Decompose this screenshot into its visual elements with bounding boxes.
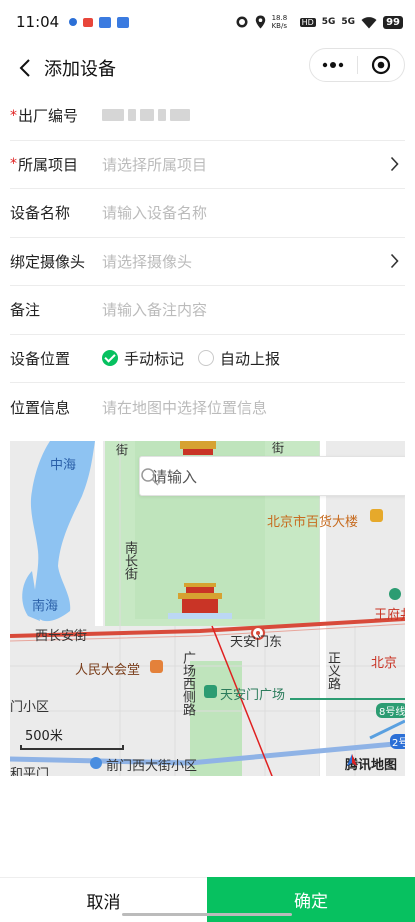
network-speed: 18.8 KB/s <box>271 14 288 30</box>
location-info-label: 位置信息 <box>10 398 71 417</box>
hd-badge: HD <box>299 17 316 27</box>
app-icon-2 <box>117 16 130 28</box>
map-label-line8: 8号线 <box>376 703 405 718</box>
redacted-serial <box>102 108 190 121</box>
square-poi-icon <box>204 685 217 698</box>
device-name-row: 设备名称 请输入设备名称 <box>10 189 405 238</box>
map-view[interactable]: 中海 南海 街 街 南长街 北京市百货大楼 王府井 西长安街 天安门东 人民大会… <box>10 441 405 776</box>
compass-icon <box>346 754 357 766</box>
map-label-line2: 2号 <box>390 734 405 749</box>
map-label-zhengyi: 正义路 <box>325 651 340 690</box>
location-info-input[interactable]: 请在地图中选择位置信息 <box>102 397 405 418</box>
notification-icons <box>69 16 130 28</box>
project-select[interactable]: 请选择所属项目 <box>102 154 405 175</box>
status-time: 11:04 <box>16 13 60 31</box>
map-label-tiananmen-east: 天安门东 <box>230 635 283 650</box>
project-label: * 所属项目 <box>10 155 79 174</box>
chevron-right-icon <box>390 157 399 172</box>
app-notification-icon <box>69 18 78 26</box>
signal-5g-1: 5G <box>321 17 336 27</box>
map-label-square-west: 广场西侧路 <box>180 651 195 716</box>
residential-poi-icon <box>90 757 102 769</box>
device-name-input[interactable]: 请输入设备名称 <box>102 202 405 223</box>
battery-indicator: 99 <box>383 15 403 29</box>
more-button[interactable] <box>310 49 357 81</box>
location-icon <box>255 15 265 29</box>
radio-unchecked-icon <box>198 350 215 367</box>
tencent-map-logo: 腾讯地图 <box>345 754 397 773</box>
chevron-left-icon <box>19 59 30 77</box>
location-mode-row: 设备位置 手动标记 自动上报 <box>10 335 405 383</box>
more-dots-icon <box>323 62 344 68</box>
map-label-great-hall: 人民大会堂 <box>75 663 141 678</box>
map-label-zhonghai: 中海 <box>50 458 77 473</box>
device-name-label: 设备名称 <box>10 204 71 223</box>
radio-manual-label: 手动标记 <box>124 349 185 368</box>
mail-icon <box>83 17 94 27</box>
close-mini-program-button[interactable] <box>358 49 405 81</box>
radio-auto[interactable]: 自动上报 <box>198 348 280 369</box>
map-label-beijing: 北京 <box>371 656 398 671</box>
project-row[interactable]: * 所属项目 请选择所属项目 <box>10 141 405 189</box>
status-bar: 11:04 18.8 KB/s HD 5G 5G 99 <box>0 0 415 44</box>
remark-input[interactable]: 请输入备注内容 <box>102 299 405 320</box>
app-icon-1 <box>99 16 112 28</box>
remark-row: 备注 请输入备注内容 <box>10 286 405 335</box>
chevron-right-icon <box>390 254 399 269</box>
remark-label: 备注 <box>10 301 41 320</box>
back-button[interactable] <box>10 53 40 83</box>
radio-checked-icon <box>102 350 118 367</box>
page-title: 添加设备 <box>44 59 116 80</box>
signal-5g-2: 5G <box>341 17 356 27</box>
nav-bar: 添加设备 <box>0 44 415 92</box>
map-label-nanchang: 南长街 <box>122 541 137 580</box>
device-form: * 出厂编号 * 所属项目 请选择所属项目 设备名称 请输入设备名称 绑定摄像头 请… <box>0 92 415 432</box>
map-search-input[interactable]: 请输入 <box>139 456 405 496</box>
location-info-row: 位置信息 请在地图中选择位置信息 <box>10 383 405 432</box>
radio-manual[interactable]: 手动标记 <box>102 348 184 369</box>
map-label-nanhai: 南海 <box>32 599 59 614</box>
mini-program-capsule <box>309 48 405 82</box>
map-label-jie-2: 街 <box>272 441 285 455</box>
map-label-jie-1: 街 <box>116 443 129 457</box>
department-store-poi-icon <box>370 509 383 522</box>
home-indicator <box>122 913 292 916</box>
location-mode-radio-group: 手动标记 自动上报 <box>102 348 290 369</box>
map-label-menxiaoqu: 门小区 <box>10 700 50 715</box>
camera-select[interactable]: 请选择摄像头 <box>102 251 405 272</box>
map-label-pingmen: 和平门 <box>10 767 50 776</box>
serial-value <box>102 107 405 125</box>
alarm-icon <box>236 16 248 28</box>
map-label-department-store: 北京市百货大楼 <box>267 515 359 530</box>
map-scale-label: 500米 <box>25 729 63 744</box>
status-right: 18.8 KB/s HD 5G 5G 99 <box>235 14 403 30</box>
serial-label: * 出厂编号 <box>10 107 79 126</box>
location-mode-label: 设备位置 <box>10 349 71 368</box>
map-scale-bar <box>20 745 124 750</box>
camera-row[interactable]: 绑定摄像头 请选择摄像头 <box>10 238 405 286</box>
wifi-icon <box>361 16 377 28</box>
map-label-qianmen-west: 前门西大街小区 <box>106 759 198 774</box>
target-circle-icon <box>371 55 390 75</box>
camera-label: 绑定摄像头 <box>10 252 86 271</box>
serial-row: * 出厂编号 <box>10 92 405 141</box>
map-label-wangfu: 王府井 <box>374 608 405 623</box>
map-label-tiananmen-square: 天安门广场 <box>220 688 286 703</box>
tiananmen-top-icon <box>180 441 216 455</box>
map-label-xichangan: 西长安街 <box>35 629 88 644</box>
required-mark: * <box>10 156 17 173</box>
radio-auto-label: 自动上报 <box>220 349 281 368</box>
search-icon <box>141 468 159 486</box>
great-hall-poi-icon <box>150 660 163 673</box>
required-mark: * <box>10 107 17 124</box>
